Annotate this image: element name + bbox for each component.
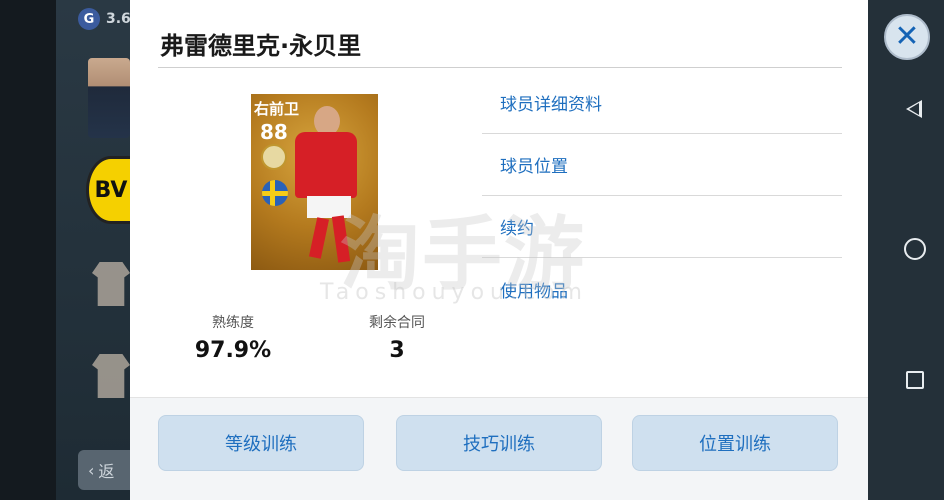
player-jersey — [295, 132, 357, 198]
close-icon[interactable]: ✕ — [884, 14, 930, 60]
player-menu: 球员详细资料 球员位置 续约 使用物品 — [482, 72, 842, 320]
stat-label: 剩余合同 — [369, 315, 425, 331]
position-training-button[interactable]: 位置训练 — [632, 415, 838, 471]
menu-item-use-items[interactable]: 使用物品 — [482, 258, 842, 320]
dialog-footer: 等级训练 技巧训练 位置训练 — [130, 397, 868, 500]
stat-value: 97.9% — [194, 338, 272, 363]
back-button[interactable]: ‹ 返 — [78, 450, 130, 490]
player-leg — [308, 217, 330, 259]
recent-square-icon[interactable] — [906, 371, 924, 389]
coach-avatar[interactable] — [88, 58, 130, 138]
back-label: 返 — [98, 462, 115, 481]
stat-value: 3 — [389, 338, 405, 363]
sweden-flag-icon — [262, 180, 288, 206]
player-shorts — [307, 196, 351, 218]
level-training-button[interactable]: 等级训练 — [158, 415, 364, 471]
status-value: 3.6 — [106, 11, 131, 27]
back-triangle-icon[interactable] — [906, 100, 922, 118]
chevron-left-icon: ‹ — [88, 460, 95, 480]
contract-stat: 剩余合同 3 — [358, 312, 436, 363]
page-title: 弗雷德里克·永贝里 — [160, 32, 362, 60]
player-leg — [331, 215, 351, 263]
card-position: 右前卫 — [254, 100, 300, 118]
card-rating: 88 — [260, 120, 288, 144]
stat-label: 熟练度 — [212, 315, 254, 331]
club-badge-icon — [261, 144, 287, 170]
title-divider — [158, 67, 842, 68]
player-dialog: 弗雷德里克·永贝里 右前卫 88 熟练度 97.9% 剩余合同 3 球员详细资料… — [130, 0, 868, 500]
menu-item-details[interactable]: 球员详细资料 — [482, 72, 842, 134]
player-card[interactable]: 右前卫 88 — [251, 94, 378, 270]
left-black-bar — [0, 0, 56, 500]
menu-item-position[interactable]: 球员位置 — [482, 134, 842, 196]
home-circle-icon[interactable] — [904, 238, 926, 260]
skill-training-button[interactable]: 技巧训练 — [396, 415, 602, 471]
g-logo-icon: G — [78, 8, 100, 30]
club-logo-icon[interactable]: BV — [86, 156, 136, 224]
status-badge: G 3.6 — [78, 8, 131, 30]
proficiency-stat: 熟练度 97.9% — [188, 312, 278, 363]
menu-item-renew[interactable]: 续约 — [482, 196, 842, 258]
